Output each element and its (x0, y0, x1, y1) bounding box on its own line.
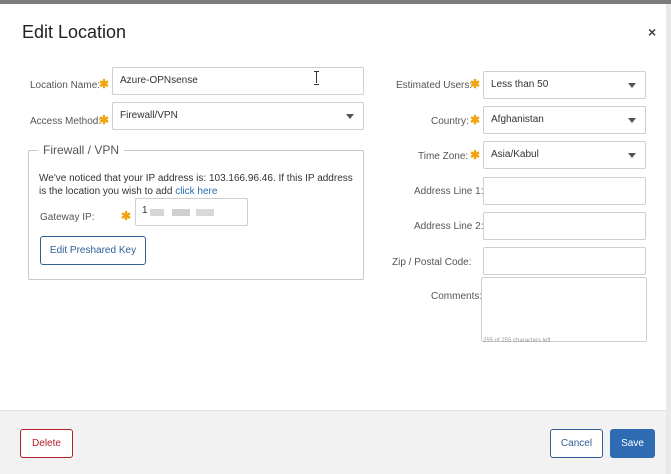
edit-location-dialog: Edit Location × Location Name: ✱ Azure-O… (0, 4, 666, 474)
gateway-ip-value-redacted: 1 (142, 205, 214, 218)
time-zone-label: Time Zone: (418, 151, 469, 162)
comments-label: Comments: (431, 291, 483, 302)
click-here-link[interactable]: click here (175, 186, 217, 197)
location-name-input[interactable]: Azure-OPNsense (112, 67, 364, 95)
required-marker-icon: ✱ (99, 113, 110, 127)
chevron-down-icon (628, 153, 636, 158)
redacted-block (150, 209, 164, 216)
zip-postal-code-label: Zip / Postal Code: (392, 257, 472, 268)
edit-preshared-key-button[interactable]: Edit Preshared Key (40, 236, 146, 265)
address-line-2-input[interactable] (483, 212, 646, 240)
text-cursor-icon (314, 71, 319, 85)
address-line-2-label: Address Line 2: (414, 221, 484, 232)
close-icon[interactable]: × (648, 24, 656, 40)
gateway-ip-input[interactable]: 1 (135, 198, 248, 226)
redacted-block (172, 209, 190, 216)
time-zone-select[interactable]: Asia/Kabul (483, 141, 646, 169)
zip-postal-code-input[interactable] (483, 247, 646, 275)
estimated-users-value: Less than 50 (491, 79, 549, 90)
country-select[interactable]: Afghanistan (483, 106, 646, 134)
dialog-footer: Delete Cancel Save (0, 410, 666, 474)
chevron-down-icon (346, 114, 354, 119)
required-marker-icon: ✱ (470, 148, 481, 162)
delete-button[interactable]: Delete (20, 429, 73, 458)
required-marker-icon: ✱ (121, 209, 132, 223)
gateway-ip-visible-digit: 1 (142, 205, 148, 216)
chevron-down-icon (628, 118, 636, 123)
access-method-label: Access Method: (30, 116, 102, 127)
country-label: Country: (431, 116, 469, 127)
firewall-vpn-legend: Firewall / VPN (38, 143, 125, 157)
required-marker-icon: ✱ (99, 77, 110, 91)
ip-notice: We've noticed that your IP address is: 1… (39, 172, 359, 198)
estimated-users-select[interactable]: Less than 50 (483, 71, 646, 99)
address-line-1-input[interactable] (483, 177, 646, 205)
time-zone-value: Asia/Kabul (491, 149, 539, 160)
save-button[interactable]: Save (610, 429, 655, 458)
required-marker-icon: ✱ (470, 113, 481, 127)
address-line-1-label: Address Line 1: (414, 186, 484, 197)
redacted-block (196, 209, 214, 216)
access-method-value: Firewall/VPN (120, 110, 178, 121)
country-value: Afghanistan (491, 114, 544, 125)
comments-textarea[interactable] (481, 277, 647, 342)
required-marker-icon: ✱ (470, 77, 481, 91)
comments-character-counter: 255 of 255 characters left (483, 338, 551, 344)
gateway-ip-label: Gateway IP: (40, 212, 95, 223)
estimated-users-label: Estimated Users: (396, 80, 473, 91)
access-method-select[interactable]: Firewall/VPN (112, 102, 364, 130)
chevron-down-icon (628, 83, 636, 88)
cancel-button[interactable]: Cancel (550, 429, 603, 458)
dialog-title: Edit Location (22, 22, 127, 42)
location-name-label: Location Name: (30, 80, 101, 91)
